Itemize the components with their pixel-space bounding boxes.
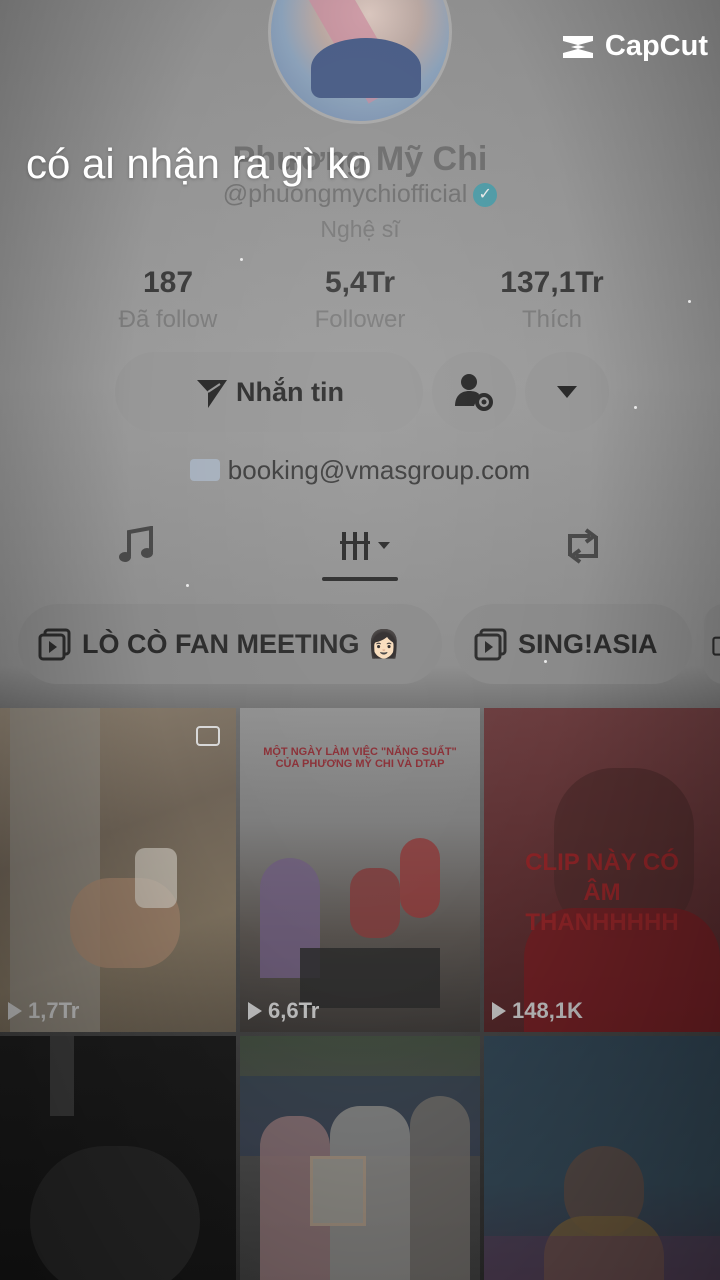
- video-caption: CLIP NÀY CÓ ÂM THANHHHHH: [525, 849, 679, 936]
- video-grid: 1,7Tr MỘT NGÀY LÀM VIỆC "NĂNG SUẤT" CỦA …: [0, 708, 720, 1280]
- mail-icon: [189, 459, 220, 482]
- playlist-chip-sing-asia[interactable]: SING!ASIA: [454, 604, 692, 684]
- video-caption: MỘT NGÀY LÀM VIỆC "NĂNG SUẤT" CỦA PHƯƠNG…: [263, 746, 457, 770]
- playlist-icon: [38, 628, 71, 661]
- video-tile[interactable]: [484, 1036, 720, 1280]
- sparkle: [240, 258, 243, 261]
- video-views-text: 1,7Tr: [28, 998, 80, 1023]
- playlist-icon: [474, 628, 507, 661]
- verified-icon: ✓: [473, 183, 498, 208]
- video-tile[interactable]: MỘT NGÀY LÀM VIỆC "NĂNG SUẤT" CỦA PHƯƠNG…: [240, 708, 480, 1032]
- profile-email-text: booking@vmasgroup.com: [227, 455, 531, 485]
- stat-likes-label: Thích: [521, 306, 583, 333]
- capcut-watermark: CapCut: [559, 30, 708, 63]
- screen-recording: Phương Mỹ Chi @phuongmychiofficial ✓ Nghệ…: [0, 0, 720, 1280]
- play-icon: [8, 1002, 22, 1020]
- caption-overlay: có ai nhận ra gì ko: [26, 140, 372, 187]
- videos-grid-icon[interactable]: [338, 526, 398, 566]
- video-tile[interactable]: 1,7Tr: [0, 708, 236, 1032]
- capcut-brand-text: CapCut: [604, 30, 708, 62]
- video-views-text: 6,6Tr: [268, 998, 320, 1023]
- play-icon: [492, 1002, 506, 1020]
- capcut-logo-icon: [562, 35, 593, 58]
- video-views: 1,7Tr: [8, 998, 79, 1024]
- video-tile[interactable]: CLIP NÀY CÓ ÂM THANHHHHH 148,1K: [484, 708, 720, 1032]
- stat-following-label: Đã follow: [118, 306, 218, 333]
- stat-likes-value: 137,1Tr: [500, 266, 604, 299]
- message-button[interactable]: Nhắn tin: [115, 352, 423, 432]
- stat-following-value: 187: [142, 266, 194, 299]
- caret-down-icon: [557, 386, 577, 398]
- message-button-label: Nhắn tin: [236, 376, 344, 407]
- stat-followers[interactable]: 5,4Tr Follower: [270, 266, 450, 334]
- video-views: 6,6Tr: [248, 998, 319, 1024]
- playlist-chip-label: SING!ASIA: [518, 628, 658, 659]
- video-tile[interactable]: [240, 1036, 480, 1280]
- profile-avatar[interactable]: [268, 0, 452, 124]
- music-icon[interactable]: [117, 526, 155, 566]
- sparkle: [688, 300, 691, 303]
- stat-likes[interactable]: 137,1Tr Thích: [462, 266, 642, 334]
- manage-account-button[interactable]: [432, 352, 516, 432]
- stat-followers-value: 5,4Tr: [324, 266, 396, 299]
- profile-role: Nghệ sĩ: [320, 216, 400, 242]
- stat-following[interactable]: 187 Đã follow: [78, 266, 258, 334]
- video-views-text: 148,1K: [512, 998, 583, 1023]
- sparkle: [544, 660, 547, 663]
- profile-email[interactable]: booking@vmasgroup.com: [0, 455, 720, 486]
- play-icon: [248, 1002, 262, 1020]
- repost-icon[interactable]: [562, 526, 604, 566]
- playlist-chip-more[interactable]: [704, 604, 720, 684]
- profile-tabs: [0, 520, 720, 584]
- send-icon: [197, 380, 227, 408]
- playlist-chip-label: LÒ CÒ FAN MEETING 👩🏻: [82, 629, 401, 659]
- more-options-button[interactable]: [525, 352, 609, 432]
- sparkle: [186, 584, 189, 587]
- stat-followers-label: Follower: [314, 306, 406, 333]
- video-views: 148,1K: [492, 998, 583, 1024]
- playlist-icon: [712, 636, 720, 656]
- sparkle: [634, 406, 637, 409]
- playlist-chip-lo-co[interactable]: LÒ CÒ FAN MEETING 👩🏻: [18, 604, 442, 684]
- user-settings-icon: [455, 374, 493, 411]
- video-tile[interactable]: [0, 1036, 236, 1280]
- active-tab-indicator: [322, 577, 398, 581]
